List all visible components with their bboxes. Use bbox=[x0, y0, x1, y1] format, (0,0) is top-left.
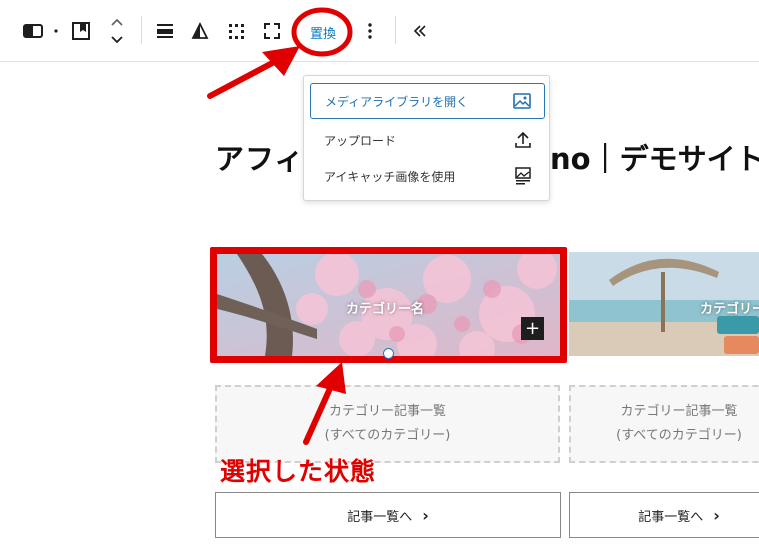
bookmark-icon[interactable] bbox=[70, 20, 92, 42]
placeholder-subtitle: (すべてのカテゴリー) bbox=[616, 428, 742, 443]
menu-item-label: メディアライブラリを開く bbox=[325, 94, 469, 109]
drag-handle-icon[interactable] bbox=[52, 27, 60, 35]
post-list-button[interactable]: 記事一覧へ › bbox=[569, 492, 759, 538]
block-toolbar: 置換 bbox=[0, 0, 759, 62]
featured-image-icon bbox=[513, 166, 533, 186]
chevron-right-icon: › bbox=[713, 505, 720, 525]
menu-item-label: アップロード bbox=[324, 133, 397, 148]
menu-item-featured-image[interactable]: アイキャッチ画像を使用 bbox=[310, 158, 545, 194]
arrow-pointer-icon bbox=[207, 46, 300, 99]
category-posts-placeholder[interactable]: カテゴリー記事一覧 (すべてのカテゴリー) bbox=[569, 385, 759, 463]
placeholder-title: カテゴリー記事一覧 bbox=[620, 404, 738, 419]
menu-item-media-library[interactable]: メディアライブラリを開く bbox=[310, 83, 545, 119]
page-title-end: no｜デモサイト bbox=[550, 142, 759, 176]
move-up-down-icon[interactable] bbox=[107, 16, 127, 46]
arrow-pointer-icon bbox=[303, 362, 346, 445]
selection-highlight bbox=[210, 247, 567, 363]
post-list-button[interactable]: 記事一覧へ › bbox=[215, 492, 561, 538]
button-label: 記事一覧へ bbox=[347, 509, 413, 525]
block-type-icon[interactable] bbox=[22, 22, 44, 40]
annotation-label: 選択した状態 bbox=[219, 457, 377, 487]
button-label: 記事一覧へ bbox=[638, 509, 704, 525]
menu-item-upload[interactable]: アップロード bbox=[310, 122, 545, 158]
upload-icon bbox=[513, 130, 533, 150]
replace-menu: メディアライブラリを開く アップロード アイキャッチ画像を使用 bbox=[303, 75, 550, 201]
more-options-icon[interactable] bbox=[362, 21, 378, 41]
menu-item-label: アイキャッチ画像を使用 bbox=[324, 169, 456, 184]
page-title-start: アフィ bbox=[215, 142, 305, 176]
toolbar-divider bbox=[395, 16, 396, 44]
resize-handle[interactable] bbox=[383, 348, 394, 359]
collapse-icon[interactable] bbox=[410, 21, 430, 41]
image-icon bbox=[512, 91, 532, 111]
category-name-label: カテゴリー名 bbox=[700, 302, 759, 317]
toolbar-divider bbox=[141, 16, 142, 44]
align-icon[interactable] bbox=[155, 22, 175, 40]
chevron-right-icon: › bbox=[422, 505, 429, 525]
